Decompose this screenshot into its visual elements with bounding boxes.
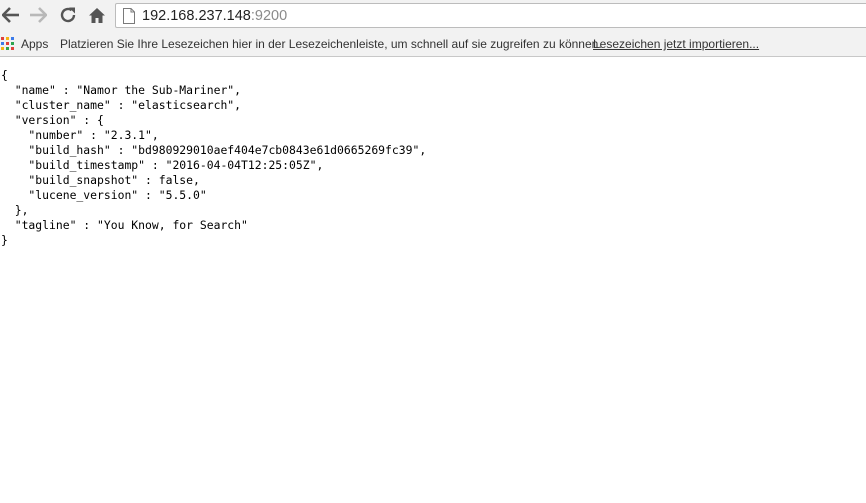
import-bookmarks-link[interactable]: Lesezeichen jetzt importieren... [593,37,759,51]
json-line: "cluster_name" : "elasticsearch", [1,98,242,112]
json-line: "build_snapshot" : false, [1,173,200,187]
arrow-left-icon [2,7,19,23]
json-line: }, [1,203,29,217]
url-host: 192.168.237.148 [142,8,251,24]
json-line: "lucene_version" : "5.5.0" [1,188,207,202]
home-button[interactable] [86,4,108,26]
bookmarks-hint: Platzieren Sie Ihre Lesezeichen hier in … [60,37,602,51]
browser-toolbar: 192.168.237.148:9200 [0,0,866,32]
json-line: "build_hash" : "bd980929010aef404e7cb084… [1,143,427,157]
url-port: :9200 [250,8,288,24]
home-icon [89,7,105,23]
reload-button[interactable] [57,4,79,26]
json-line: "number" : "2.3.1", [1,128,159,142]
address-bar[interactable]: 192.168.237.148:9200 [115,3,866,28]
bookmarks-bar: Apps Platzieren Sie Ihre Lesezeichen hie… [0,32,866,57]
json-line: "build_timestamp" : "2016-04-04T12:25:05… [1,158,324,172]
json-line: { [1,68,8,82]
page-content: { "name" : "Namor the Sub-Mariner", "clu… [0,59,866,503]
json-response: { "name" : "Namor the Sub-Mariner", "clu… [0,59,866,248]
apps-grid-icon[interactable] [1,37,14,50]
arrow-right-icon [30,7,47,23]
reload-icon [60,7,76,23]
back-button[interactable] [0,4,22,26]
json-line: "version" : { [1,113,104,127]
json-line: } [1,233,8,247]
json-line: "name" : "Namor the Sub-Mariner", [1,83,242,97]
apps-shortcut[interactable]: Apps [21,37,48,51]
url-text: 192.168.237.148:9200 [142,7,287,25]
forward-button[interactable] [27,4,49,26]
page-icon [123,8,135,24]
json-line: "tagline" : "You Know, for Search" [1,218,248,232]
